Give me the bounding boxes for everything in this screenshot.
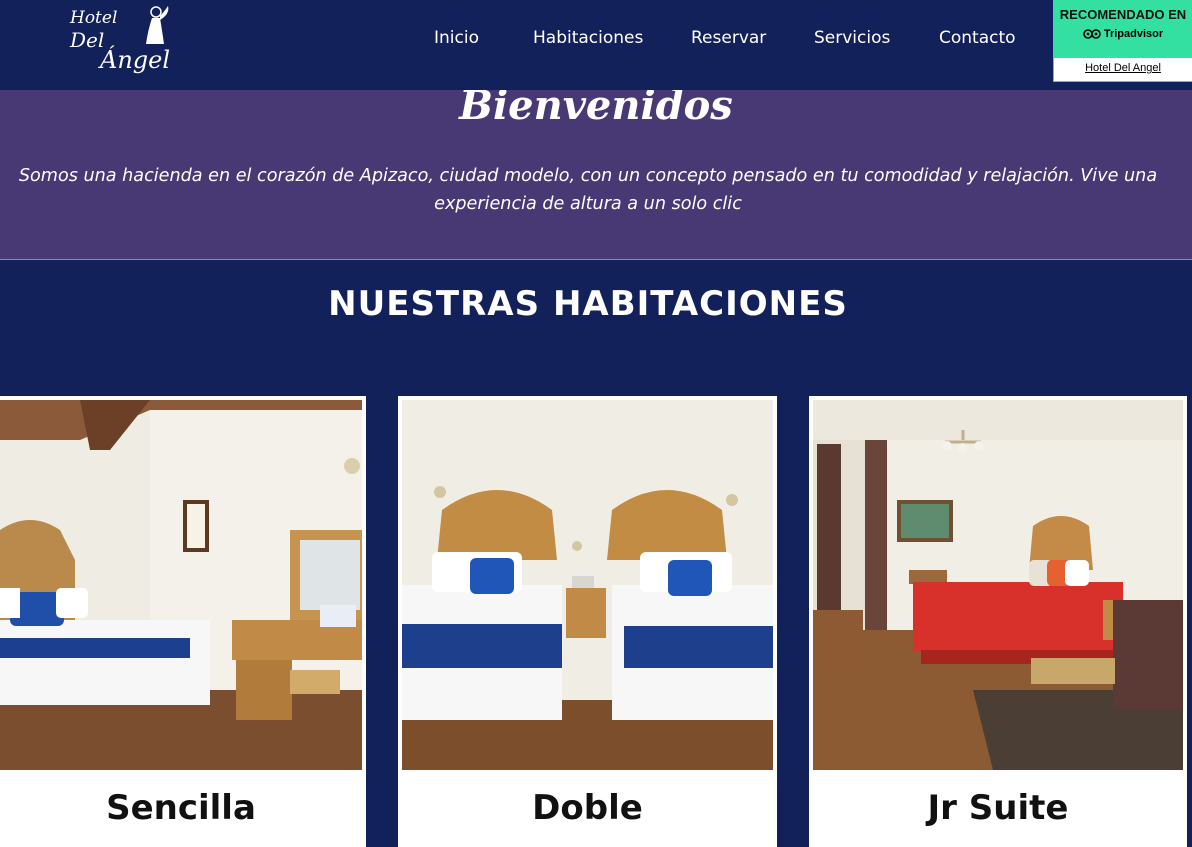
room-photo-jr-suite (813, 400, 1183, 770)
site-header: Hotel Del Ángel Inicio Habitaciones Rese… (0, 0, 1192, 90)
nav-contacto[interactable]: Contacto (939, 28, 1016, 48)
tripadvisor-logo: Tripadvisor (1083, 28, 1163, 40)
room-name-sencilla: Sencilla (106, 788, 256, 828)
hotel-logo[interactable]: Hotel Del Ángel (64, 2, 180, 78)
nav-servicios[interactable]: Servicios (814, 28, 890, 48)
tripadvisor-badge[interactable]: RECOMENDADO EN Tripadvisor Hotel Del Ang… (1053, 0, 1192, 82)
room-card-sencilla[interactable]: Sencilla (0, 396, 366, 847)
welcome-section: Bienvenidos Somos una hacienda en el cor… (0, 90, 1192, 259)
nav-inicio[interactable]: Inicio (434, 28, 479, 48)
nav-habitaciones[interactable]: Habitaciones (533, 28, 643, 48)
logo-hotel-text: Hotel (70, 8, 118, 28)
room-card-jr-suite[interactable]: Jr Suite (809, 396, 1187, 847)
section-divider (0, 259, 1192, 260)
angel-icon (146, 6, 169, 44)
room-name-jr-suite: Jr Suite (927, 788, 1069, 828)
room-photo-sencilla (0, 400, 362, 770)
welcome-title: Bienvenidos (459, 90, 733, 129)
tripadvisor-hotel-link[interactable]: Hotel Del Angel (1054, 62, 1192, 74)
room-photo-doble (402, 400, 773, 770)
tripadvisor-title: RECOMENDADO EN (1059, 7, 1187, 22)
tripadvisor-owl-icon (1083, 29, 1101, 39)
tripadvisor-brand: Tripadvisor (1103, 28, 1164, 40)
room-card-doble[interactable]: Doble (398, 396, 777, 847)
tripadvisor-badge-top: RECOMENDADO EN Tripadvisor (1054, 1, 1192, 58)
welcome-text: Somos una hacienda en el corazón de Apiz… (18, 166, 1158, 214)
logo-angel-text: Ángel (100, 46, 171, 74)
room-name-doble: Doble (532, 788, 643, 828)
rooms-title: NUESTRAS HABITACIONES (328, 284, 848, 324)
nav-reservar[interactable]: Reservar (691, 28, 766, 48)
